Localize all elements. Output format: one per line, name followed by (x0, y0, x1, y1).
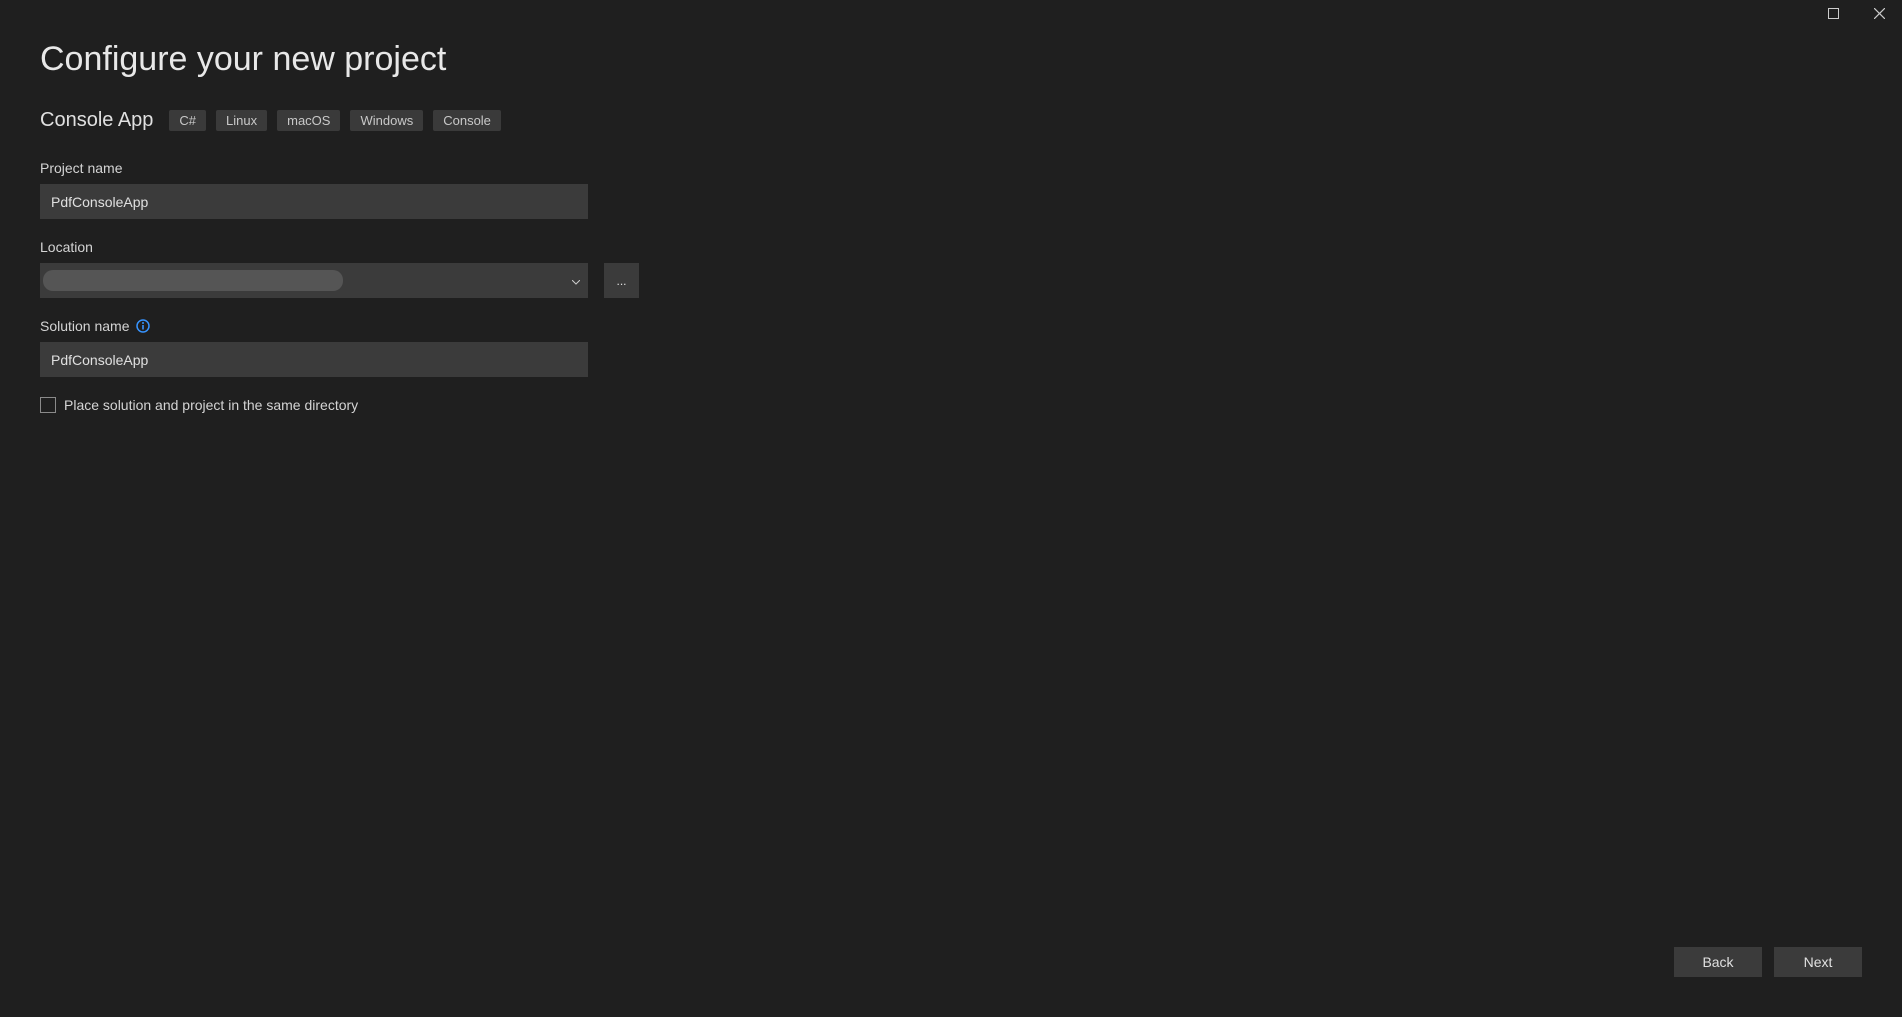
tag-windows: Windows (350, 110, 423, 131)
template-header-row: Console App C# Linux macOS Windows Conso… (40, 109, 1862, 132)
location-combo (40, 263, 588, 298)
solution-name-label: Solution name (40, 318, 130, 334)
template-name: Console App (40, 109, 153, 132)
solution-name-input[interactable] (40, 342, 588, 377)
solution-name-group: Solution name (40, 318, 1862, 377)
window-titlebar (1810, 0, 1902, 30)
location-group: Location ... (40, 239, 1862, 298)
solution-name-label-row: Solution name (40, 318, 1862, 334)
project-name-group: Project name (40, 160, 1862, 219)
template-tags: C# Linux macOS Windows Console (169, 110, 501, 131)
tag-csharp: C# (169, 110, 206, 131)
tag-console: Console (433, 110, 501, 131)
tag-macos: macOS (277, 110, 340, 131)
back-button[interactable]: Back (1674, 947, 1762, 977)
dialog-content: Configure your new project Console App C… (0, 0, 1902, 413)
same-directory-checkbox[interactable] (40, 397, 56, 413)
page-title: Configure your new project (40, 40, 1862, 79)
tag-linux: Linux (216, 110, 267, 131)
footer-buttons: Back Next (1674, 947, 1862, 977)
location-input[interactable] (40, 263, 588, 298)
next-button[interactable]: Next (1774, 947, 1862, 977)
location-label: Location (40, 239, 1862, 255)
project-name-label: Project name (40, 160, 1862, 176)
project-name-input[interactable] (40, 184, 588, 219)
same-directory-label[interactable]: Place solution and project in the same d… (64, 397, 358, 413)
maximize-button[interactable] (1810, 0, 1856, 30)
browse-location-button[interactable]: ... (604, 263, 639, 298)
info-icon[interactable] (136, 319, 150, 333)
close-button[interactable] (1856, 0, 1902, 30)
maximize-icon (1828, 6, 1839, 24)
same-directory-row: Place solution and project in the same d… (40, 397, 1862, 413)
close-icon (1874, 6, 1885, 24)
